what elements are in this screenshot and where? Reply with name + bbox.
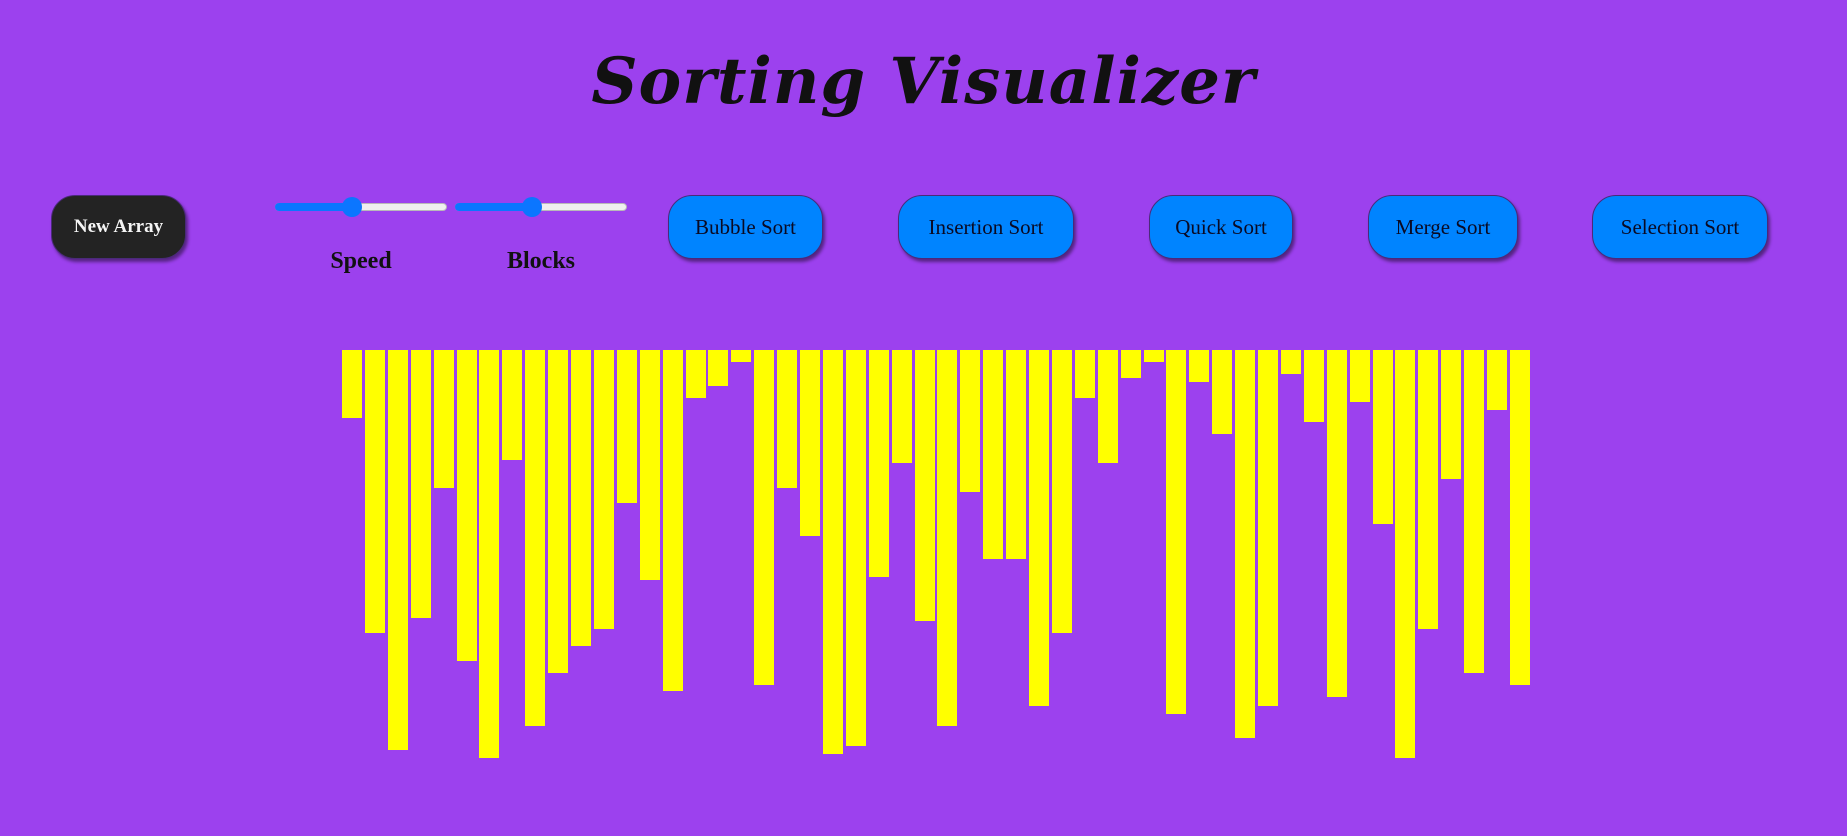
array-bar [1395, 350, 1416, 758]
array-bar [800, 350, 820, 536]
array-bar [1235, 350, 1256, 738]
array-bar [1097, 350, 1118, 463]
array-bar [983, 350, 1004, 559]
array-bar [456, 350, 477, 661]
array-bar [1441, 350, 1462, 479]
array-bar [639, 350, 660, 580]
array-bar [479, 350, 500, 758]
array-bar [342, 350, 362, 418]
array-bar [1258, 350, 1278, 706]
array-bar [616, 350, 637, 503]
array-bar [1074, 350, 1095, 398]
array-bar [1166, 350, 1187, 714]
array-bar [571, 350, 591, 646]
array-bar [1509, 350, 1530, 685]
array-bar [1189, 350, 1210, 382]
array-bar [662, 350, 683, 691]
array-bar [1418, 350, 1439, 629]
array-bar [822, 350, 843, 754]
array-bar [410, 350, 431, 618]
array-bar [868, 350, 889, 577]
array-bar [1051, 350, 1072, 633]
array-bar [937, 350, 958, 726]
array-bar [387, 350, 408, 750]
array-bar [1006, 350, 1027, 559]
array-bar [1464, 350, 1485, 673]
array-bar [364, 350, 385, 633]
array-bar [593, 350, 614, 629]
array-bar [1303, 350, 1324, 422]
array-bar [548, 350, 569, 673]
array-bar [914, 350, 935, 621]
array-bar [708, 350, 729, 386]
array-bar [1280, 350, 1301, 374]
array-bar [1372, 350, 1393, 524]
array-bar [777, 350, 798, 488]
array-bar [754, 350, 775, 685]
array-bar [1143, 350, 1164, 362]
array-bar [502, 350, 523, 460]
array-bar [845, 350, 866, 746]
array-bar [960, 350, 981, 492]
array-bar [1349, 350, 1370, 402]
array-bar [1212, 350, 1233, 434]
array-bar [1487, 350, 1507, 410]
array-bar [525, 350, 546, 726]
array-bar [1029, 350, 1049, 706]
array-bar [1120, 350, 1141, 378]
array-bar [685, 350, 706, 398]
array-bar [1326, 350, 1347, 697]
array-bar [731, 350, 752, 362]
array-bar [891, 350, 912, 463]
array-bar [433, 350, 454, 488]
array-bars [0, 0, 1847, 836]
